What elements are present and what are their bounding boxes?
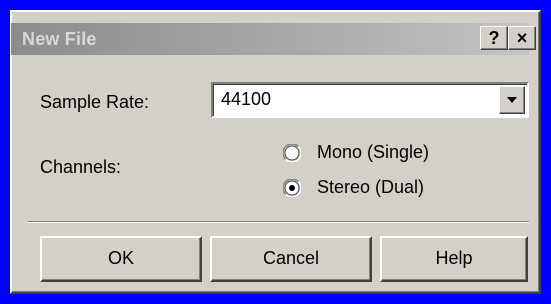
chevron-down-icon xyxy=(507,97,517,103)
radio-button-icon[interactable] xyxy=(283,144,301,162)
separator xyxy=(28,221,529,223)
cancel-button[interactable]: Cancel xyxy=(210,236,372,282)
radio-button-selected-icon[interactable] xyxy=(283,179,301,197)
channels-label: Channels: xyxy=(40,157,122,177)
dropdown-button[interactable] xyxy=(499,86,525,114)
help-icon[interactable]: ? xyxy=(480,26,508,50)
sample-rate-value[interactable]: 44100 xyxy=(221,89,271,110)
ok-button[interactable]: OK xyxy=(40,236,202,282)
sample-rate-combobox[interactable]: 44100 xyxy=(211,82,529,118)
radio-mono-label[interactable]: Mono (Single) xyxy=(317,142,429,163)
dialog-title: New File xyxy=(22,29,97,49)
close-icon[interactable]: × xyxy=(508,26,536,50)
sample-rate-label: Sample Rate: xyxy=(40,92,150,112)
radio-stereo-label[interactable]: Stereo (Dual) xyxy=(317,177,424,198)
help-button[interactable]: Help xyxy=(380,236,528,282)
